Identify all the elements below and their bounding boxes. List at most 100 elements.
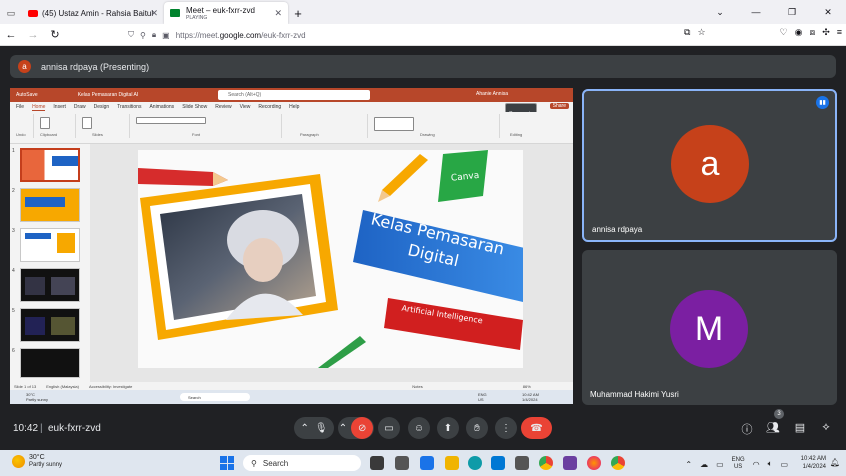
outlook-app-icon[interactable] [491,456,505,470]
weather-temp: 30°C [29,454,45,461]
ribbon-group-slides: Slides [78,114,130,138]
camera-icon[interactable]: ▣ [162,31,170,40]
raise-hand-button[interactable]: ✋︎ [466,417,488,439]
windows-start-icon[interactable] [220,456,234,470]
forward-icon[interactable]: → [22,29,44,41]
chrome-browser-icon[interactable] [539,456,553,470]
address-bar[interactable]: ⛉ ⚲ 🔒︎ ▣ https://meet.google.com/euk-fxr… [128,27,703,43]
pocket-icon[interactable]: ♡ [780,27,788,38]
back-icon[interactable]: ← [0,29,22,41]
tab-meet[interactable]: Meet – euk-fxrr-zvd PLAYING ✕ [164,2,288,24]
notification-bell-icon[interactable]: 🔔︎ [830,458,840,467]
ppt-body: 1 2 3 4 5 6 Canva Kelas Pemasaran Digita… [10,144,573,382]
thumbnail-slide-4 [20,268,80,302]
menu-animations: Animations [149,104,175,110]
ppt-search: Search (Alt+Q) [218,90,370,100]
shield-icon[interactable]: ⛉ [128,30,134,40]
meeting-time: 10:42 [13,423,39,434]
close-tab-icon[interactable]: ✕ [150,8,158,19]
reload-icon[interactable]: ↻ [44,28,66,41]
maximize-icon[interactable]: ❐ [774,0,810,24]
shared-search: Search [180,393,250,401]
shapes-box [374,117,414,131]
microphone-button[interactable]: ⌃ 🎙︎ [294,417,334,439]
bookmark-star-icon[interactable]: ☆ [697,27,705,38]
edge-browser-icon[interactable] [468,456,482,470]
firefox-browser-icon[interactable] [587,456,601,470]
info-icon[interactable]: ⓘ [740,421,754,437]
separator: | [40,423,43,434]
captions-button[interactable]: ▭ [378,417,400,439]
current-slide: Canva Kelas Pemasaran Digital Artificial… [138,150,523,368]
minimize-icon[interactable]: — [738,0,774,24]
lock-icon[interactable]: 🔒︎ [152,30,156,40]
clock-date: 1/4/2024 [802,464,826,470]
ppt-status-bar: Slide 1 of 13 English (Malaysia) Accessi… [10,382,573,390]
chevron-down-icon[interactable]: ⌄ [702,0,738,24]
thumbnail-slide-2 [20,188,80,222]
share-button: Share [549,103,569,109]
battery-icon[interactable]: ▭ [780,460,788,469]
cloud-icon[interactable]: ☁ [700,460,708,469]
photos-app-icon[interactable] [515,456,529,470]
search-label: Search [262,458,289,468]
menu-home: Home [32,103,46,111]
captions-icon: ▭ [384,422,394,434]
browser-tab-bar: ▭ (45) Ustaz Amin - Rahsia Baitul ✕ Meet… [0,0,846,24]
shared-lang: ENG US [478,392,487,402]
camera-button[interactable]: ⌃ ⊘ [338,417,374,439]
thumbnail-slide-1 [20,148,80,182]
participant-tile[interactable]: M Muhammad Hakimi Yusri [582,250,837,405]
file-explorer-icon[interactable] [445,456,459,470]
chevron-up-icon[interactable]: ⌃ [300,423,308,434]
people-icon[interactable]: 👥︎ [766,421,780,434]
menu-recording: Recording [258,104,282,110]
presenter-avatar: a [18,60,31,73]
wifi-icon[interactable]: ◠ [753,460,760,469]
shared-weather: 30°C Partly sunny [26,392,49,402]
account-icon[interactable]: ◉ [795,27,803,38]
search-icon: ⚲ [251,458,257,468]
windows-taskbar: 30°C Partly sunny ⚲ Search ⌃ ☁ ▭ ENG US ◠ … [0,450,846,476]
task-view-icon[interactable] [395,456,409,470]
menu-icon[interactable]: ≡ [837,27,842,38]
app-tray-icon[interactable]: ▭ [716,460,724,469]
participant-tile[interactable]: ▮▮ a annisa rdpaya [582,89,837,242]
present-button[interactable]: ⬆ [437,417,459,439]
extensions-icon[interactable]: ⧈ [809,27,815,38]
slide-thumbnails: 1 2 3 4 5 6 [10,144,90,382]
tab-list-icon[interactable]: ▭ [0,2,22,24]
permissions-icon[interactable]: ⚲ [140,31,146,40]
chevron-up-icon[interactable]: ⌃ [339,423,347,434]
volume-icon[interactable]: 🔈︎ [768,459,773,469]
taskbar-search[interactable]: ⚲ Search [243,455,361,471]
picture-in-picture-icon[interactable]: ⧉ [684,27,690,38]
close-icon[interactable]: ✕ [810,0,846,24]
puzzle-icon[interactable]: ✣ [822,27,830,38]
menu-insert: Insert [53,104,66,110]
autosave-label: AutoSave [16,92,38,98]
more-options-button[interactable]: ⋮ [495,417,517,439]
chrome-browser-icon-2[interactable] [611,456,625,470]
widgets-app-icon[interactable] [370,456,384,470]
app-icon[interactable] [563,456,577,470]
weather-widget[interactable]: 30°C Partly sunny [12,454,62,469]
store-app-icon[interactable] [420,456,434,470]
slide-artwork: Canva Kelas Pemasaran Digital Artificial… [138,150,523,368]
leave-call-button[interactable]: ☎ [521,417,552,439]
weather-condition: Partly sunny [29,462,63,468]
participant-name: annisa rdpaya [592,225,643,234]
reactions-button[interactable]: ☺ [408,417,430,439]
ppt-menu-bar: File Home Insert Draw Design Transitions… [10,102,573,125]
new-tab-button[interactable]: + [288,2,308,24]
close-tab-icon[interactable]: ✕ [274,8,282,19]
chat-icon[interactable]: ▤ [793,421,807,434]
activities-icon[interactable]: ⟡ [819,421,833,434]
tab-subtitle: PLAYING [186,14,208,21]
system-tray: ⌃ ☁ ▭ ENG US ◠ 🔈︎ ▭ [685,457,788,471]
tab-youtube[interactable]: (45) Ustaz Amin - Rahsia Baitul ✕ [22,2,164,24]
taskbar-clock[interactable]: 10:42 AM 1/4/2024 [801,455,826,471]
chevron-up-icon[interactable]: ⌃ [685,460,692,469]
language-indicator[interactable]: ENG US [732,457,745,471]
